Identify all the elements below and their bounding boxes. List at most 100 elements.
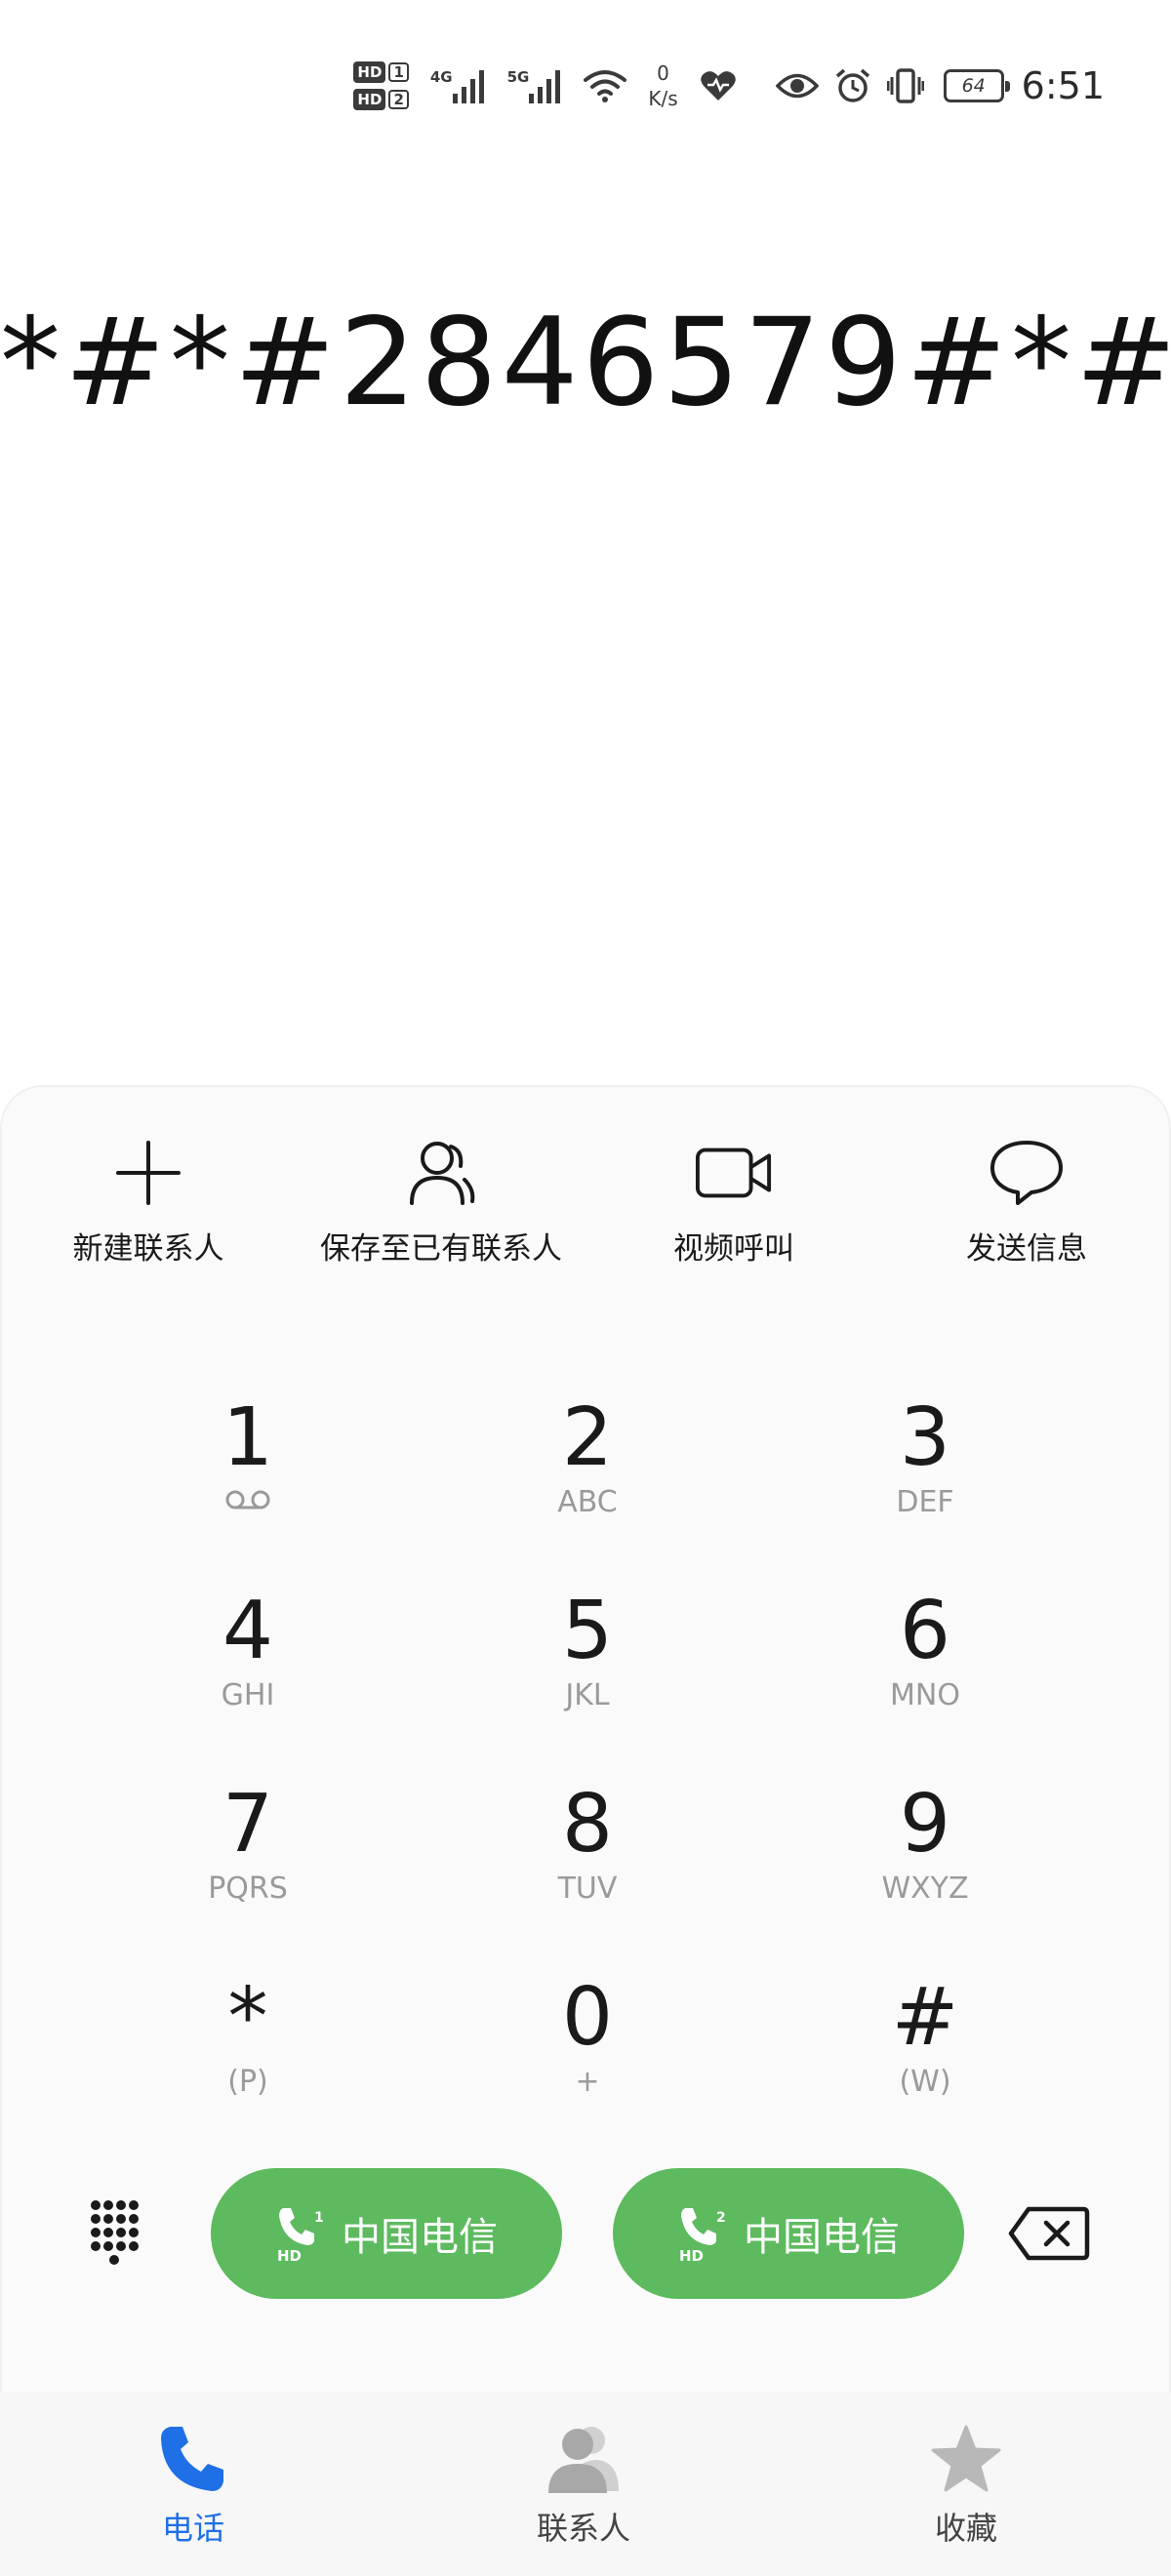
key-letters: (P): [227, 2065, 268, 2099]
nav-label-favorites: 收藏: [934, 2510, 997, 2547]
message-bubble-icon: [988, 1134, 1066, 1212]
voicemail-icon: [225, 1490, 270, 1509]
network2-type: 5G: [506, 68, 530, 86]
key-digit: 2: [561, 1391, 614, 1484]
network-speed-value: 0: [657, 61, 669, 85]
sim1-hd-label: HD: [353, 61, 386, 83]
key-digit: 5: [561, 1585, 614, 1677]
phone-sim2-icon: 2 HD: [679, 2208, 726, 2263]
backspace-icon: [1008, 2206, 1090, 2261]
battery-level: 64: [961, 75, 986, 97]
save-to-existing-contact-button[interactable]: 保存至已有联系人: [295, 1134, 587, 1268]
key-digit: 9: [899, 1778, 951, 1871]
nav-tab-contacts[interactable]: 联系人: [466, 2420, 701, 2549]
alarm-clock-icon: [835, 68, 869, 102]
signal-bars-icon: [529, 70, 561, 103]
wifi-icon: [584, 70, 627, 102]
sim2-hd-label: HD: [353, 89, 386, 110]
status-time: 6:51: [1021, 64, 1105, 107]
key-letters: JKL: [565, 1678, 610, 1712]
hd-badge: HD: [679, 2247, 704, 2263]
dialer-panel: 新建联系人 保存至已有联系人 视频呼叫 发送信息 1 2 ABC 3 DEF 4…: [0, 1085, 1171, 2393]
network-speed-unit: K/s: [648, 87, 678, 110]
sim1-hd-indicator: HD 1: [353, 61, 409, 83]
new-contact-label: 新建联系人: [72, 1231, 224, 1267]
key-digit: 0: [561, 1971, 614, 2064]
dial-row: 1 HD 中国电信 2 HD 中国电信: [2, 2168, 1171, 2300]
person-icon: [402, 1134, 480, 1212]
key-hash[interactable]: # (W): [798, 1974, 1052, 2150]
key-1[interactable]: 1: [121, 1394, 375, 1570]
key-letters: PQRS: [208, 1872, 288, 1906]
heart-pulse-icon: [700, 71, 736, 101]
key-7[interactable]: 7 PQRS: [121, 1781, 375, 1956]
send-message-button[interactable]: 发送信息: [880, 1134, 1171, 1268]
key-letters: WXYZ: [881, 1872, 969, 1906]
key-digit: 4: [222, 1585, 274, 1677]
key-3[interactable]: 3 DEF: [798, 1394, 1052, 1570]
sim2-hd-indicator: HD 2: [353, 89, 409, 110]
dialed-number[interactable]: *#*#2846579#*#: [0, 293, 1171, 433]
new-contact-button[interactable]: 新建联系人: [2, 1134, 295, 1268]
eye-comfort-indicator: [775, 71, 819, 101]
wifi-indicator: [584, 68, 627, 103]
key-0[interactable]: 0 +: [461, 1974, 714, 2150]
battery-icon: 64: [943, 69, 1010, 102]
battery-indicator: 64: [943, 69, 1010, 102]
sim1-number: 1: [388, 62, 409, 82]
call-sim2-button[interactable]: 2 HD 中国电信: [613, 2168, 964, 2299]
vibrate-icon: [886, 68, 924, 103]
key-5[interactable]: 5 JKL: [461, 1588, 714, 1763]
health-indicator: [700, 69, 737, 102]
key-digit: 6: [899, 1585, 951, 1677]
save-to-existing-contact-label: 保存至已有联系人: [320, 1231, 562, 1267]
key-letters: ABC: [557, 1485, 618, 1519]
call-sim1-button[interactable]: 1 HD 中国电信: [211, 2168, 562, 2299]
key-digit: *: [227, 1971, 268, 2064]
key-letters: DEF: [896, 1485, 954, 1519]
quick-actions: 新建联系人 保存至已有联系人 视频呼叫 发送信息: [2, 1134, 1171, 1280]
key-8[interactable]: 8 TUV: [461, 1781, 714, 1956]
key-4[interactable]: 4 GHI: [121, 1588, 375, 1763]
phone-sim1-icon: 1 HD: [277, 2208, 324, 2263]
bottom-nav: 电话 联系人 收藏: [0, 2393, 1171, 2576]
key-2[interactable]: 2 ABC: [461, 1394, 714, 1570]
plus-icon: [109, 1134, 187, 1212]
contacts-icon: [545, 2420, 623, 2498]
signal-bars-icon: [452, 70, 484, 103]
signal1-indicator: 4G: [430, 68, 486, 103]
eye-icon: [775, 73, 819, 99]
sim2-number: 2: [388, 90, 409, 109]
key-9[interactable]: 9 WXYZ: [798, 1781, 1052, 1956]
keypad-grid-icon: [91, 2200, 139, 2265]
key-6[interactable]: 6 MNO: [798, 1588, 1052, 1763]
sim1-number: 1: [314, 2210, 324, 2226]
keypad-toggle-button[interactable]: [78, 2195, 156, 2274]
call-sim1-label: 中国电信: [342, 2215, 498, 2260]
nav-label-contacts: 联系人: [536, 2510, 630, 2547]
key-digit: #: [891, 1971, 959, 2064]
nav-tab-favorites[interactable]: 收藏: [849, 2420, 1083, 2549]
status-bar: HD 1 HD 2 4G 5G 0 K/s 64 6:51: [332, 49, 1105, 123]
star-icon: [927, 2420, 1005, 2498]
sim2-number: 2: [716, 2210, 726, 2226]
call-sim2-label: 中国电信: [744, 2215, 900, 2260]
key-digit: 7: [222, 1778, 274, 1871]
video-call-label: 视频呼叫: [673, 1231, 794, 1267]
key-star[interactable]: * (P): [121, 1974, 375, 2150]
send-message-label: 发送信息: [966, 1231, 1087, 1267]
key-digit: 3: [899, 1391, 951, 1484]
backspace-button[interactable]: [1007, 2203, 1091, 2264]
key-letters: (W): [899, 2065, 951, 2099]
dialer-screen: HD 1 HD 2 4G 5G 0 K/s 64 6:51 *#*#284657…: [0, 0, 1171, 2576]
hd-badge: HD: [277, 2247, 302, 2263]
video-call-button[interactable]: 视频呼叫: [587, 1134, 880, 1268]
nav-tab-phone[interactable]: 电话: [76, 2420, 310, 2549]
alarm-indicator: [834, 67, 871, 104]
phone-icon: [154, 2420, 232, 2498]
key-digit: 8: [561, 1778, 614, 1871]
sim-hd-indicators: HD 1 HD 2: [353, 61, 409, 110]
network-speed: 0 K/s: [648, 60, 677, 111]
key-letters: TUV: [557, 1872, 618, 1906]
nav-label-phone: 电话: [161, 2510, 224, 2547]
